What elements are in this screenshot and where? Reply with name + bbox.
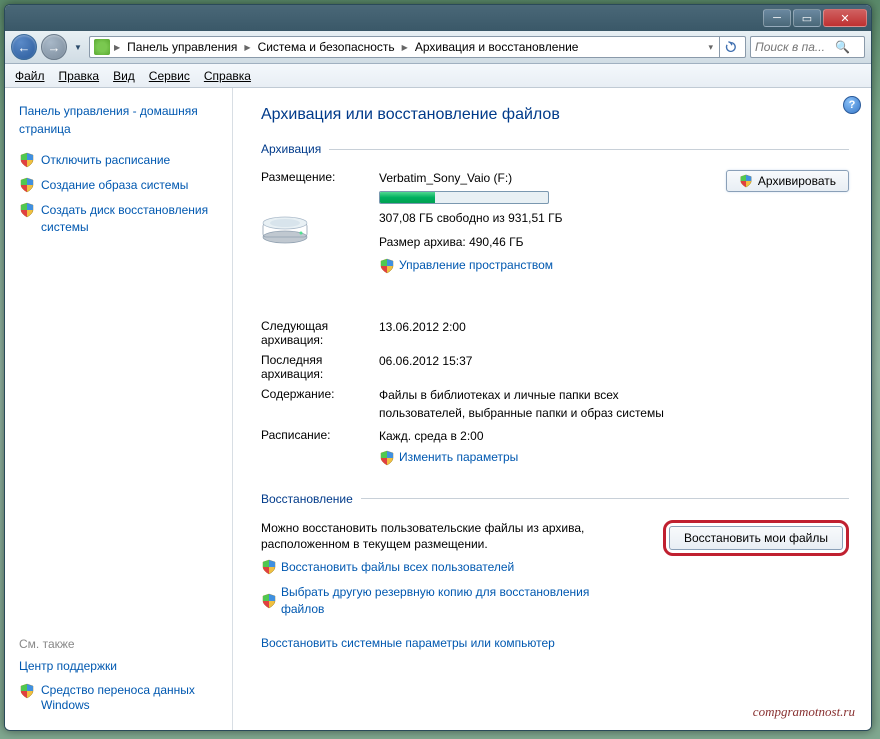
menu-file[interactable]: Файл xyxy=(15,69,45,83)
control-panel-icon xyxy=(94,39,110,55)
sidebar-task-system-image[interactable]: Создание образа системы xyxy=(19,177,224,193)
schedule-label: Расписание: xyxy=(261,428,379,471)
titlebar: ─ ▭ ✕ xyxy=(5,5,871,31)
watermark: compgramotnost.ru xyxy=(753,704,855,720)
schedule-value: Кажд. среда в 2:00 xyxy=(379,428,849,445)
main-panel: ? Архивация или восстановление файлов Ар… xyxy=(233,88,871,730)
help-icon[interactable]: ? xyxy=(843,96,861,114)
content-value: Файлы в библиотеках и личные папки всех … xyxy=(379,387,679,422)
menu-bar: Файл Правка Вид Сервис Справка xyxy=(5,64,871,88)
shield-icon xyxy=(739,174,753,188)
shield-icon xyxy=(261,593,277,609)
breadcrumb-item[interactable]: Архивация и восстановление xyxy=(412,40,582,54)
nav-history-dropdown[interactable]: ▼ xyxy=(71,38,85,56)
free-space-value: 307,08 ГБ свободно из 931,51 ГБ xyxy=(379,210,726,227)
sidebar-task-label: Создать диск восстановления системы xyxy=(41,202,224,234)
last-backup-label: Последняя архивация: xyxy=(261,353,379,381)
see-also-easy-transfer[interactable]: Средство переноса данных Windows xyxy=(19,683,224,714)
sidebar-task-label: Создание образа системы xyxy=(41,177,188,193)
menu-view[interactable]: Вид xyxy=(113,69,135,83)
drive-icon xyxy=(261,211,309,245)
archive-size-value: Размер архива: 490,46 ГБ xyxy=(379,234,726,251)
refresh-button[interactable] xyxy=(719,36,741,58)
select-other-backup-link[interactable]: Выбрать другую резервную копию для восст… xyxy=(261,584,601,618)
control-panel-home-link[interactable]: Панель управления - домашняя страница xyxy=(19,102,224,138)
archive-group-header: Архивация xyxy=(261,142,849,156)
archive-now-button[interactable]: Архивировать xyxy=(726,170,849,192)
shield-icon xyxy=(19,202,35,218)
restore-all-users-link[interactable]: Восстановить файлы всех пользователей xyxy=(261,559,514,576)
chevron-right-icon[interactable]: ▶ xyxy=(400,43,410,52)
shield-icon xyxy=(19,177,35,193)
restore-system-link[interactable]: Восстановить системные параметры или ком… xyxy=(261,635,555,652)
last-backup-value: 06.06.2012 15:37 xyxy=(379,353,849,381)
menu-edit[interactable]: Правка xyxy=(59,69,100,83)
back-button[interactable]: ← xyxy=(11,34,37,60)
shield-icon xyxy=(379,258,395,274)
chevron-right-icon[interactable]: ▶ xyxy=(112,43,122,52)
shield-icon xyxy=(19,683,35,699)
content-label: Содержание: xyxy=(261,387,379,422)
see-also-action-center[interactable]: Центр поддержки xyxy=(19,659,224,675)
change-settings-link[interactable]: Изменить параметры xyxy=(379,449,518,466)
search-input[interactable] xyxy=(755,40,835,54)
shield-icon xyxy=(261,559,277,575)
sidebar-task-label: Отключить расписание xyxy=(41,152,170,168)
restore-my-files-button[interactable]: Восстановить мои файлы xyxy=(669,526,843,550)
shield-icon xyxy=(19,152,35,168)
next-backup-value: 13.06.2012 2:00 xyxy=(379,319,849,347)
minimize-button[interactable]: ─ xyxy=(763,9,791,27)
menu-help[interactable]: Справка xyxy=(204,69,251,83)
breadcrumb-item[interactable]: Система и безопасность xyxy=(255,40,398,54)
disk-usage-bar xyxy=(379,191,549,204)
page-title: Архивация или восстановление файлов xyxy=(261,106,849,124)
search-box[interactable]: 🔍 xyxy=(750,36,865,58)
chevron-right-icon[interactable]: ▶ xyxy=(242,43,252,52)
search-icon[interactable]: 🔍 xyxy=(835,40,850,54)
close-button[interactable]: ✕ xyxy=(823,9,867,27)
location-value: Verbatim_Sony_Vaio (F:) xyxy=(379,170,726,187)
manage-space-link[interactable]: Управление пространством xyxy=(379,257,553,274)
breadcrumb-bar[interactable]: ▶ Панель управления ▶ Система и безопасн… xyxy=(89,36,746,58)
highlight-annotation: Восстановить мои файлы xyxy=(663,520,849,556)
restore-description: Можно восстановить пользовательские файл… xyxy=(261,520,591,554)
maximize-button[interactable]: ▭ xyxy=(793,9,821,27)
window: ─ ▭ ✕ ← → ▼ ▶ Панель управления ▶ Систем… xyxy=(4,4,872,731)
sidebar: Панель управления - домашняя страница От… xyxy=(5,88,233,730)
shield-icon xyxy=(379,450,395,466)
see-also-label: Центр поддержки xyxy=(19,659,117,675)
menu-tools[interactable]: Сервис xyxy=(149,69,190,83)
next-backup-label: Следующая архивация: xyxy=(261,319,379,347)
see-also-heading: См. также xyxy=(19,637,224,651)
address-bar: ← → ▼ ▶ Панель управления ▶ Система и бе… xyxy=(5,31,871,64)
breadcrumb-item[interactable]: Панель управления xyxy=(124,40,240,54)
restore-group-header: Восстановление xyxy=(261,492,849,506)
address-dropdown[interactable]: ▾ xyxy=(704,42,717,53)
sidebar-task-recovery-disc[interactable]: Создать диск восстановления системы xyxy=(19,202,224,234)
forward-button[interactable]: → xyxy=(41,34,67,60)
see-also-label: Средство переноса данных Windows xyxy=(41,683,224,714)
sidebar-task-disable-schedule[interactable]: Отключить расписание xyxy=(19,152,224,168)
content-area: Панель управления - домашняя страница От… xyxy=(5,88,871,730)
